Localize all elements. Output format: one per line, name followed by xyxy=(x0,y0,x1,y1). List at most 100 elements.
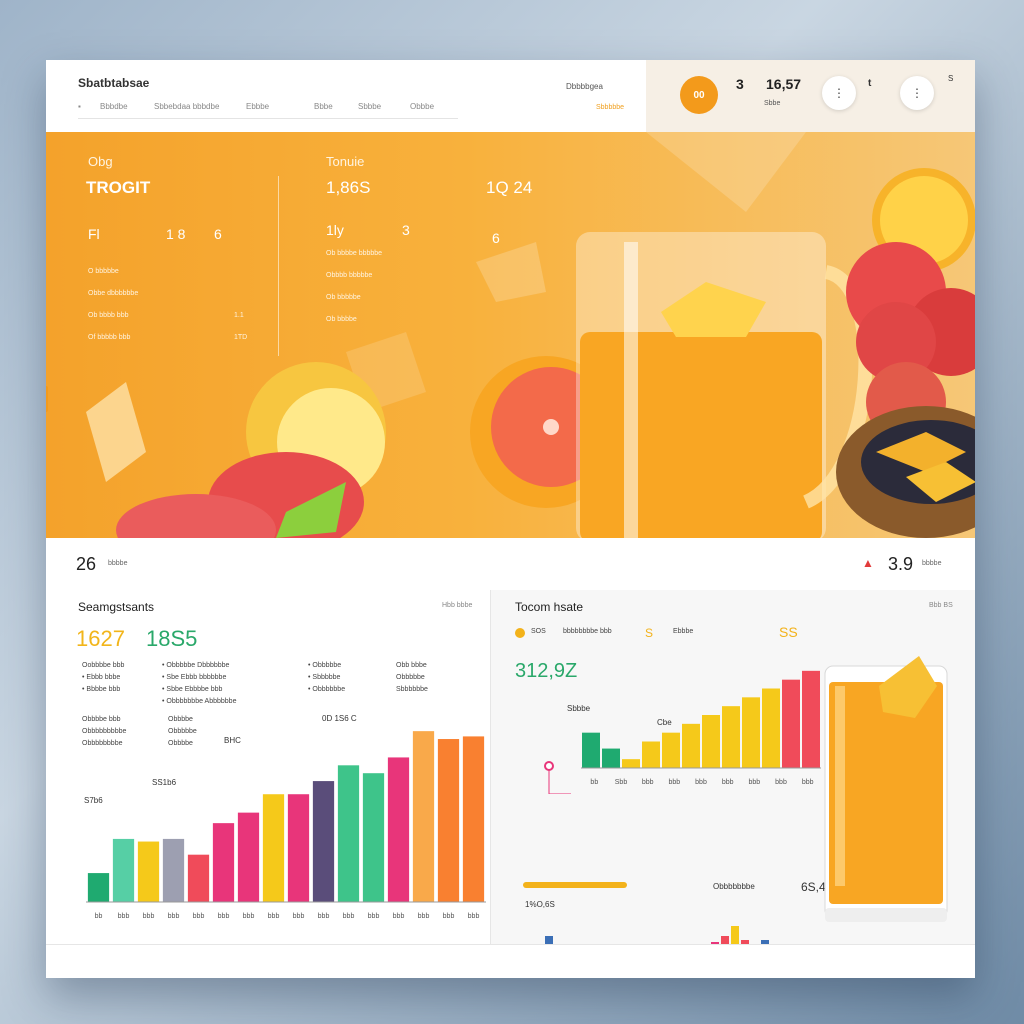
tick-label: bbb xyxy=(243,913,255,920)
left-panel-title: Seamgstsants xyxy=(78,600,155,614)
top-right-panel: 00 3 16,57 Sbbe ⋮ t ⋮ S xyxy=(646,60,975,132)
legend-line: • Sbbbbbe xyxy=(308,674,341,681)
tick-label: bbb xyxy=(343,913,355,920)
chart-bar xyxy=(312,781,335,902)
hero-shape xyxy=(86,382,146,482)
footer-bar xyxy=(46,944,975,978)
chart-bar xyxy=(622,759,640,768)
chart-bar xyxy=(762,688,780,768)
chart-connector xyxy=(548,770,571,794)
chart-bar xyxy=(702,715,720,768)
tick-label: bbb xyxy=(368,913,380,920)
top-stat-sub: Sbbe xyxy=(764,100,781,107)
tick-label: bbb xyxy=(118,913,130,920)
chart-bar xyxy=(462,736,485,902)
tick-label: bbb xyxy=(168,913,180,920)
tick-label: bbb xyxy=(642,779,654,786)
menu-icon[interactable]: ⋮ xyxy=(900,76,934,110)
nav-item-menu-icon[interactable]: ▪ xyxy=(78,102,81,111)
hero-shape xyxy=(476,242,546,302)
chart-bar xyxy=(137,841,160,902)
glass-highlight xyxy=(624,242,638,538)
hero-divider xyxy=(278,176,279,356)
hero-shape xyxy=(646,132,806,212)
legend-item: Ebbbe xyxy=(673,628,694,635)
tick-label: bbb xyxy=(293,913,305,920)
hero-col2-label: Tonuie xyxy=(326,154,365,169)
hero-line: Ob bbbbe bbbbbe xyxy=(326,250,383,257)
hero-line: O bbbbbe xyxy=(88,268,119,275)
tick-label: bb xyxy=(95,913,103,920)
legend-line: Obb bbbe xyxy=(396,662,427,669)
legend-line: • Obbbbbbbe Abbbbbbe xyxy=(162,698,237,705)
side-b: S xyxy=(948,74,954,83)
chart-bar xyxy=(602,748,620,768)
chart-bar xyxy=(337,765,360,902)
nav-item-6[interactable]: Obbbe xyxy=(410,102,434,111)
tick-label: bbb xyxy=(468,913,480,920)
legend-item: SOS xyxy=(531,628,546,635)
mini-left-title: 1%O,6S xyxy=(525,900,555,909)
top-stat-a: 3 xyxy=(736,76,744,92)
mini-right-title: Obbbbbbbe xyxy=(713,882,755,891)
nav-item-3[interactable]: Ebbbe xyxy=(246,102,269,111)
top-stat-b: 16,57 xyxy=(766,76,802,92)
hero-col2-row1: 1ly xyxy=(326,222,344,238)
mini-progress-bar xyxy=(523,882,627,888)
nav-row: ▪ Bbbdbe Sbbebdaa bbbdbe Ebbbe Bbbe Sbbb… xyxy=(78,100,458,119)
top-link-sub[interactable]: Sbbbbbe xyxy=(596,104,624,111)
chart-bar xyxy=(412,731,435,902)
hero-line: Ob bbbb bbb xyxy=(88,312,129,319)
top-link[interactable]: Dbbbbgea xyxy=(566,82,603,91)
chart-bar xyxy=(187,854,210,902)
grapefruit-icon xyxy=(543,419,559,435)
tick-label: bbb xyxy=(748,779,760,786)
left-bar-chart: bb bbb bbb bbb bbb bbb bbb bbb bbb bbb bbb bbb bbb bb… xyxy=(86,731,486,920)
legend-line: • Sbe Ebbb bbbbbbe xyxy=(162,674,227,681)
tick-label: bbb xyxy=(722,779,734,786)
chart-bar xyxy=(782,679,800,768)
right-panel-corner[interactable]: Bbb BS xyxy=(929,602,953,609)
tick-label: bbb xyxy=(775,779,787,786)
tick-label: bbb xyxy=(443,913,455,920)
nav-item-5[interactable]: Sbbbe xyxy=(358,102,381,111)
hero-scroll-handle[interactable] xyxy=(46,386,48,412)
chart-bar xyxy=(642,741,660,768)
hero-col2-big: 1,86S xyxy=(326,178,371,197)
app-window: Sbatbtabsae ▪ Bbbdbe Sbbebdaa bbbdbe Ebb… xyxy=(46,60,975,978)
hero-col1-row1: Fl xyxy=(88,226,100,242)
chart-bar xyxy=(437,739,460,902)
stat-strip: 26 bbbbe ▲ 3.9 bbbbe xyxy=(46,538,975,591)
hero-number: 1TD xyxy=(234,334,248,341)
nav-item-2[interactable]: Sbbebdaa bbbdbe xyxy=(154,102,219,111)
nav-item-1[interactable]: Bbbdbe xyxy=(100,102,128,111)
orange-round-button[interactable]: 00 xyxy=(680,76,718,114)
legend-dot xyxy=(515,628,525,638)
tick-label: Sbb xyxy=(615,779,628,786)
top-bar: Sbatbtabsae ▪ Bbbdbe Sbbebdaa bbbdbe Ebb… xyxy=(46,60,975,132)
legend-right: SS xyxy=(779,624,798,640)
hero-col3-big: 1Q 24 xyxy=(486,178,533,197)
right-panel-title: Tocom hsate xyxy=(515,600,584,614)
left-panel-corner[interactable]: Hbb bbbe xyxy=(442,602,472,609)
legend-line: • Obbbbbbe xyxy=(308,686,346,693)
chart-bar xyxy=(662,732,680,768)
hero-line: Obbe dbbbbbbe xyxy=(88,290,139,297)
hero-line: Ob bbbbbe xyxy=(326,294,361,301)
tick-label: bbb xyxy=(668,779,680,786)
juice-fill xyxy=(580,332,822,538)
tick-label: bbb xyxy=(218,913,230,920)
tick-label: bbb xyxy=(268,913,280,920)
legend-line: • Bbbbe bbb xyxy=(82,686,121,693)
chart-bar xyxy=(237,812,260,902)
legend-line: • Obbbbbe xyxy=(308,662,342,669)
legend-line: Sbbbbbbe xyxy=(396,686,428,693)
brand-title: Sbatbtabsae xyxy=(78,76,150,90)
hero-col2-row2: 3 xyxy=(402,222,410,238)
nav-item-4[interactable]: Bbbe xyxy=(314,102,333,111)
legend-item: bbbbbbbbe bbb xyxy=(563,628,612,635)
hero-line: Ob bbbbe xyxy=(326,316,357,323)
more-icon[interactable]: ⋮ xyxy=(822,76,856,110)
hero-number: 1.1 xyxy=(234,312,244,319)
chart-bar xyxy=(262,794,285,902)
